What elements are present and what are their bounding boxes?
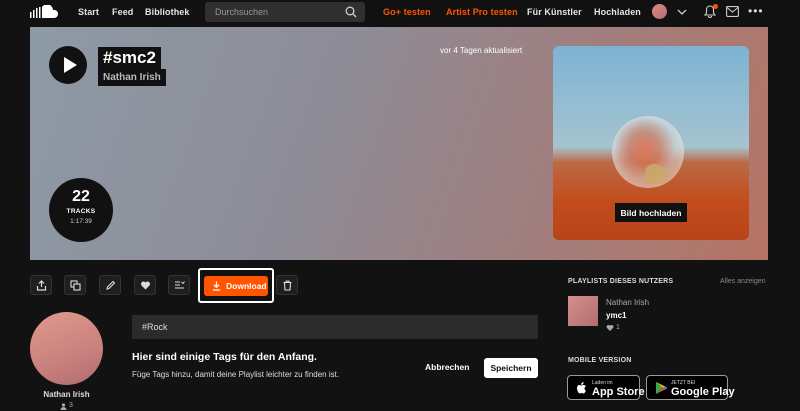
tracks-label: TRACKS [66, 208, 96, 215]
share-button[interactable] [30, 275, 52, 295]
nav-upload[interactable]: Hochladen [594, 7, 641, 17]
mobile-version-title: MOBILE VERSION [568, 357, 632, 364]
download-button[interactable]: Download [204, 276, 268, 296]
add-to-next-up-button[interactable] [168, 275, 190, 295]
nav-go-plus[interactable]: Go+ testen [383, 7, 431, 17]
more-options-icon[interactable]: ••• [748, 5, 764, 17]
search-input[interactable]: Durchsuchen [215, 7, 335, 17]
delete-button[interactable] [276, 275, 298, 295]
search-icon[interactable] [345, 6, 357, 18]
track-count-badge: 22 TRACKS 1:17:39 [49, 178, 113, 242]
track-count: 22 [72, 188, 90, 205]
app-store-badge[interactable]: Laden im App Store [567, 375, 645, 400]
mail-icon[interactable] [726, 6, 739, 17]
chevron-down-icon[interactable] [676, 6, 688, 18]
upload-image-button[interactable]: Bild hochladen [615, 203, 687, 222]
apple-icon [577, 382, 586, 394]
user-playlists-title: PLAYLISTS DIESES NUTZERS [568, 278, 674, 285]
tags-heading: Hier sind einige Tags für den Anfang. [132, 351, 317, 363]
nav-for-artists[interactable]: Für Künstler [527, 7, 582, 17]
heart-icon [141, 281, 150, 290]
updated-timestamp: vor 4 Tagen aktualisiert [440, 46, 523, 55]
download-icon [212, 281, 221, 291]
nav-start[interactable]: Start [78, 7, 99, 17]
playlist-name[interactable]: ymc1 [606, 311, 626, 320]
copy-link-button[interactable] [64, 275, 86, 295]
playlist-duration: 1:17:39 [70, 218, 92, 225]
download-label: Download [226, 281, 267, 291]
pencil-icon [106, 280, 116, 290]
playlist-thumbnail[interactable] [568, 296, 598, 326]
playlist-user[interactable]: Nathan Irish [606, 298, 649, 307]
owner-name[interactable]: Nathan Irish [30, 390, 103, 399]
play-button[interactable] [49, 46, 87, 84]
tags-input[interactable] [132, 315, 538, 339]
playlist-artist[interactable]: Nathan Irish [98, 69, 166, 86]
playlist-likes: 1 [616, 324, 620, 331]
cancel-button[interactable]: Abbrechen [425, 362, 469, 372]
copy-icon [70, 280, 81, 291]
trash-icon [283, 280, 292, 291]
follower-count: 3 [69, 402, 73, 409]
search-box[interactable]: Durchsuchen [205, 2, 365, 22]
tags-subtext: Füge Tags hinzu, damit deine Playlist le… [132, 370, 340, 379]
top-navigation: Start Feed Bibliothek Durchsuchen Go+ te… [0, 0, 800, 25]
owner-avatar[interactable] [30, 312, 103, 385]
playlist-title: #smc2 [98, 47, 161, 69]
notification-dot [713, 4, 718, 9]
app-store-label: App Store [592, 386, 645, 398]
like-button[interactable] [134, 275, 156, 295]
google-play-badge[interactable]: JETZT BEI Google Play [646, 375, 735, 400]
nav-artist-pro[interactable]: Artist Pro testen [446, 7, 518, 17]
save-button[interactable]: Speichern [484, 358, 538, 378]
nav-feed[interactable]: Feed [112, 7, 133, 17]
followers-icon [60, 403, 67, 410]
nav-library[interactable]: Bibliothek [145, 7, 190, 17]
queue-icon [175, 281, 185, 289]
heart-icon [606, 325, 614, 331]
google-play-icon [656, 382, 667, 394]
playlist-hero: #smc2 Nathan Irish vor 4 Tagen aktualisi… [30, 27, 768, 260]
user-avatar[interactable] [652, 4, 667, 19]
google-play-label: Google Play [671, 386, 735, 398]
share-icon [36, 280, 47, 291]
show-all-link[interactable]: Alles anzeigen [720, 278, 766, 285]
download-highlight: Download [198, 268, 274, 303]
edit-button[interactable] [99, 275, 121, 295]
soundcloud-logo-icon[interactable] [30, 5, 62, 19]
playlist-artwork: Bild hochladen [553, 46, 749, 240]
